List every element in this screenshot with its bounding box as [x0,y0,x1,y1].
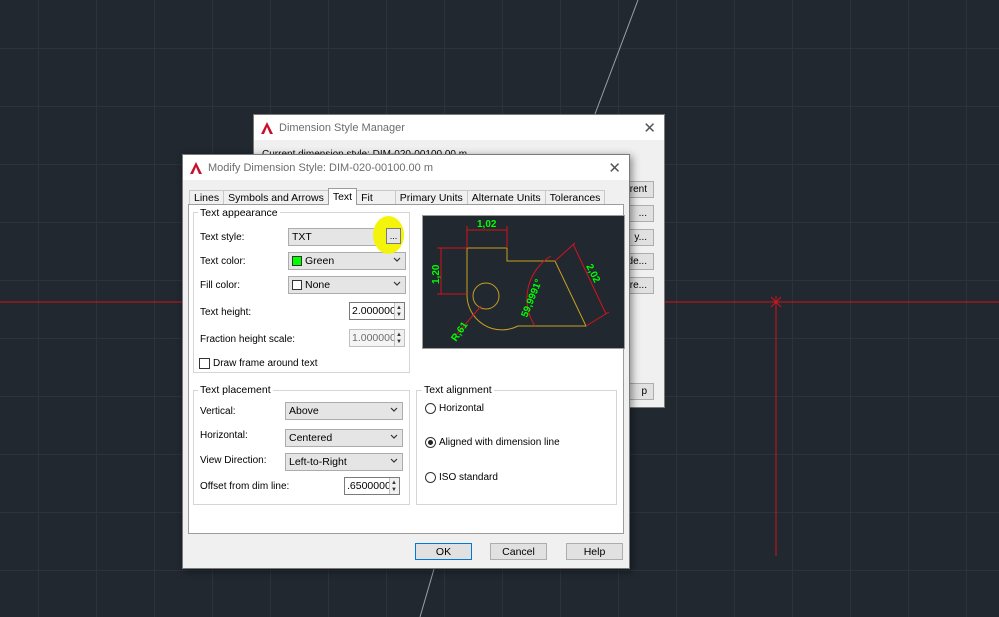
chevron-down-icon [390,434,398,439]
mds-title: Modify Dimension Style: DIM-020-00100.00… [208,161,433,174]
chevron-down-icon [393,281,401,286]
align-with-dim-line-label: Aligned with dimension line [439,437,560,448]
diagonal-line-top [594,0,639,115]
close-icon[interactable]: ✕ [643,119,656,137]
draw-frame-checkbox[interactable] [199,358,210,369]
offset-from-dim-line-label: Offset from dim line: [200,481,290,492]
text-height-label: Text height: [200,307,252,318]
green-swatch-icon [292,256,302,266]
text-alignment-label: Text alignment [422,384,494,396]
tab-tolerances[interactable]: Tolerances [544,190,606,205]
text-style-label: Text style: [200,232,245,243]
dim-text-top: 1,02 [477,219,497,230]
spinner-arrows-icon[interactable]: ▲ ▼ [389,478,399,494]
view-direction-select[interactable]: Left-to-Right [285,453,403,471]
dsm-titlebar: Dimension Style Manager ✕ [254,115,664,140]
horizontal-select[interactable]: Centered [285,429,403,447]
text-color-select[interactable]: Green [288,252,406,270]
browse-label: ... [389,231,398,241]
chevron-down-icon [390,407,398,412]
chevron-down-icon [393,257,401,262]
modify-dimension-style-dialog: Modify Dimension Style: DIM-020-00100.00… [182,154,630,569]
close-icon[interactable]: ✕ [608,159,621,177]
dsm-title: Dimension Style Manager [279,121,405,134]
empty-swatch-icon [292,280,302,290]
text-height-spinner[interactable]: 2.0000000 ▲ ▼ [349,302,405,320]
tab-alternate-units[interactable]: Alternate Units [466,190,546,205]
dim-text-radius: R,61 [449,320,470,344]
help-button[interactable]: Help [566,543,623,560]
chevron-down-icon [390,458,398,463]
mds-titlebar: Modify Dimension Style: DIM-020-00100.00… [183,155,629,180]
text-placement-label: Text placement [198,384,273,396]
fraction-height-scale-spinner: 1.0000000 ▲ ▼ [349,329,405,347]
fraction-height-scale-label: Fraction height scale: [200,334,296,345]
tab-primary-units[interactable]: Primary Units [394,190,468,205]
align-horizontal-radio[interactable] [425,403,436,414]
dim-text-angle: 59,9991° [520,278,545,319]
offset-value: .6500000 [347,480,391,492]
tab-fit[interactable]: Fit [356,190,396,205]
align-iso-standard-label: ISO standard [439,472,498,483]
draw-frame-label: Draw frame around text [213,358,318,369]
preview-hole [472,282,500,310]
dimension-preview: 1,02 1,20 59,9991° 2,02 R,61 [422,215,625,349]
align-iso-standard-radio[interactable] [425,472,436,483]
vertical-label: Vertical: [200,406,236,417]
fill-color-value: None [305,279,331,291]
dim-text-left: 1,20 [431,264,442,284]
horizontal-value: Centered [289,432,333,444]
text-style-browse-button[interactable]: ... [386,228,401,244]
vertical-select[interactable]: Above [285,402,403,420]
horizontal-label: Horizontal: [200,430,248,441]
autocad-logo-icon [260,121,274,135]
dim-text-right: 2,02 [583,262,602,285]
ok-button[interactable]: OK [415,543,472,560]
tab-text[interactable]: Text [327,188,358,205]
text-tab-panel: Text appearance Text style: TXT Text col… [188,204,625,534]
fill-color-select[interactable]: None [288,276,406,294]
view-direction-label: View Direction: [200,455,267,466]
spinner-arrows-icon: ▲ ▼ [394,330,404,346]
autocad-logo-icon [189,161,203,175]
tab-lines[interactable]: Lines [189,190,225,205]
tab-symbols-and-arrows[interactable]: Symbols and Arrows [223,190,329,205]
text-color-label: Text color: [200,256,246,267]
text-appearance-label: Text appearance [198,207,280,219]
diagonal-line-bottom [419,568,435,617]
tab-strip: Lines Symbols and Arrows Text Fit Primar… [189,188,606,205]
view-direction-value: Left-to-Right [289,456,347,468]
cancel-button[interactable]: Cancel [490,543,547,560]
vertical-value: Above [289,405,319,417]
text-color-value: Green [305,255,335,267]
align-horizontal-label: Horizontal [439,403,485,414]
spinner-arrows-icon[interactable]: ▲ ▼ [394,303,404,319]
preview-drawing: 1,02 1,20 59,9991° 2,02 R,61 [431,219,610,344]
align-with-dim-line-radio[interactable] [425,437,436,448]
offset-from-dim-line-spinner[interactable]: .6500000 ▲ ▼ [344,477,400,495]
fill-color-label: Fill color: [200,280,241,291]
text-style-value: TXT [292,231,312,243]
